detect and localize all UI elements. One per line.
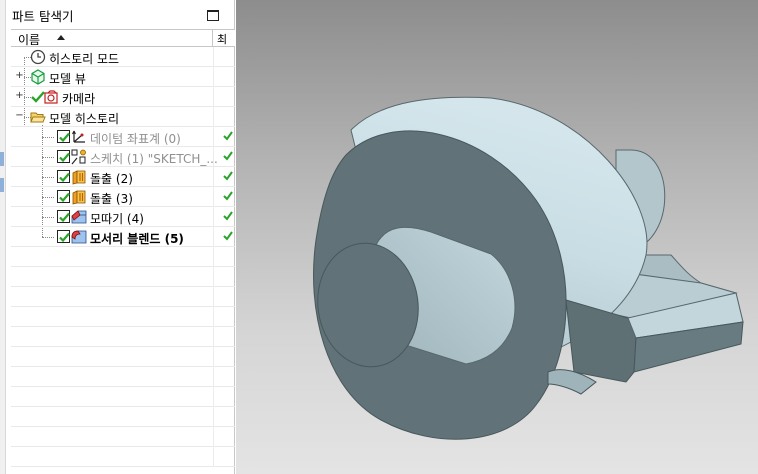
chamfer-icon [71,210,87,224]
tree-row-empty [11,427,235,447]
column-header-status[interactable]: 최 [217,31,227,47]
tree-row-empty [11,307,235,327]
tree-item-label: 스케치 (1) "SKETCH_... [90,152,218,166]
tree-item-label: 모따기 (4) [90,212,144,226]
up-to-date-icon [223,211,233,221]
resource-bar-marker [0,178,4,192]
tree-row-sketch[interactable]: 스케치 (1) "SKETCH_... [11,147,235,167]
extrude-icon [72,190,86,205]
datum-csys-icon [72,130,85,143]
tree-row-extrude-2[interactable]: 돌출 (2) [11,167,235,187]
feature-checkbox[interactable] [57,210,70,223]
tree-item-label: 돌출 (3) [90,192,133,206]
folder-open-icon [30,112,46,123]
feature-checkbox[interactable] [57,130,70,143]
tree-row-empty [11,347,235,367]
model-views-icon [31,69,45,85]
tree-row-camera[interactable]: + 카메라 [11,87,235,107]
camera-icon [44,90,58,104]
column-name-label: 이름 [18,33,41,47]
tree-item-label: 카메라 [62,92,96,106]
tree-row-empty [11,247,235,267]
up-to-date-icon [223,171,233,181]
tree-row-chamfer[interactable]: 모따기 (4) [11,207,235,227]
tree-row-empty [11,287,235,307]
up-to-date-icon [223,191,233,201]
tree-row-edge-blend[interactable]: 모서리 블렌드 (5) [11,227,235,247]
expand-icon[interactable]: + [15,71,24,81]
up-to-date-icon [223,151,233,161]
extrude-icon [72,170,86,185]
tree-row-empty [11,447,235,467]
expand-icon[interactable]: + [15,91,24,101]
tree-row-empty [11,407,235,427]
sketch-icon [71,149,86,165]
part-navigator: 파트 탐색기 이름 최 히스토리 모드 + 모델 뷰 + 카메라 − 모델 히스… [6,0,235,474]
maximize-icon[interactable] [207,10,219,21]
tree-row-model-history[interactable]: − 모델 히스토리 [11,107,235,127]
tree-row-datum-csys[interactable]: 데이텀 좌표계 (0) [11,127,235,147]
tree-item-label: 히스토리 모드 [49,52,120,66]
tree-row-empty [11,327,235,347]
up-to-date-icon [223,131,233,141]
tree-row-history-mode[interactable]: 히스토리 모드 [11,47,235,67]
tree-header: 이름 최 [11,29,235,47]
navigator-titlebar: 파트 탐색기 [6,0,234,28]
tree-row-empty [11,267,235,287]
collapse-icon[interactable]: − [15,111,24,121]
tree-row-model-views[interactable]: + 모델 뷰 [11,67,235,87]
tree-item-label: 돌출 (2) [90,172,133,186]
tree-item-label: 데이텀 좌표계 (0) [90,132,181,146]
graphics-viewport[interactable] [236,0,758,474]
part-model-3d[interactable] [236,0,758,474]
up-to-date-icon [223,231,233,241]
edge-blend-icon [71,230,87,244]
tree-item-label: 모델 히스토리 [49,112,120,126]
column-header-name[interactable]: 이름 [11,30,213,47]
tree-row-empty [11,387,235,407]
feature-checkbox[interactable] [57,170,70,183]
sort-ascending-icon [57,35,65,40]
navigator-title: 파트 탐색기 [12,9,74,24]
feature-checkbox[interactable] [57,150,70,163]
tree-row-empty [11,367,235,387]
feature-checkbox[interactable] [57,190,70,203]
tree-item-label: 모델 뷰 [49,72,86,86]
tree-body: 히스토리 모드 + 모델 뷰 + 카메라 − 모델 히스토리 데이텀 좌표계 (… [11,47,235,474]
resource-bar-marker [0,152,4,166]
feature-checkbox[interactable] [57,230,70,243]
clock-icon [30,49,46,65]
tree-item-label: 모서리 블렌드 (5) [90,232,184,246]
tree-row-extrude-3[interactable]: 돌출 (3) [11,187,235,207]
